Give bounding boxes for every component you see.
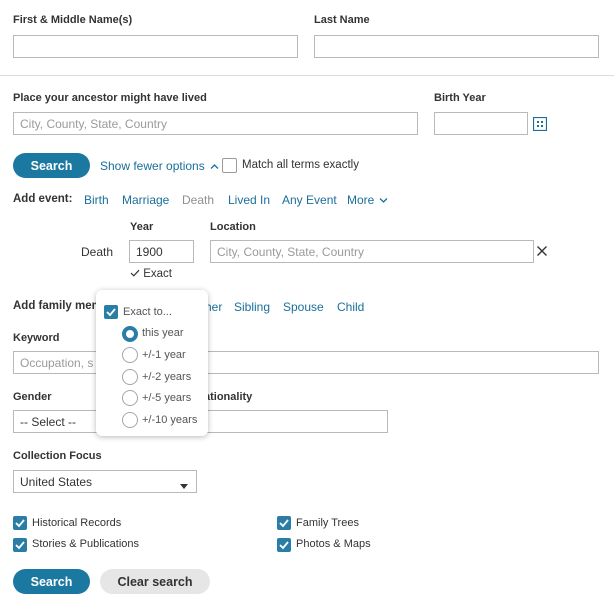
photos-maps-label: Photos & Maps	[296, 538, 371, 550]
death-location-placeholder: City, County, State, Country	[217, 245, 364, 259]
calendar-grid-icon[interactable]	[532, 116, 548, 132]
checkmark-icon	[15, 541, 25, 550]
search-button[interactable]: Search	[13, 153, 90, 178]
match-all-label: Match all terms exactly	[242, 159, 359, 171]
collection-focus-label: Collection Focus	[13, 450, 102, 462]
collection-focus-select[interactable]: United States	[13, 470, 197, 493]
exact-label: Exact	[143, 268, 172, 280]
add-family-label: Add family mem	[13, 300, 102, 312]
birth-year-label: Birth Year	[434, 92, 486, 104]
add-event-more[interactable]: More	[347, 193, 388, 207]
add-event-death: Death	[182, 193, 215, 207]
radio-10-years[interactable]	[122, 412, 138, 428]
gender-label: Gender	[13, 391, 52, 403]
exact-to-popup: Exact to... this year +/-1 year +/-2 yea…	[96, 290, 208, 436]
add-event-label: Add event:	[13, 193, 73, 205]
stories-publications-checkbox[interactable]	[13, 538, 27, 552]
location-column-header: Location	[210, 221, 256, 233]
add-event-more-label: More	[347, 193, 375, 207]
radio-1-year[interactable]	[122, 347, 138, 363]
chevron-down-icon	[379, 193, 388, 207]
place-input[interactable]: City, County, State, Country	[13, 112, 418, 135]
keyword-label: Keyword	[13, 332, 60, 344]
death-year-input[interactable]: 1900	[129, 240, 194, 263]
nationality-label: ationality	[204, 391, 253, 403]
keyword-placeholder: Occupation, s	[20, 356, 94, 370]
add-event-birth[interactable]: Birth	[84, 193, 109, 207]
radio-1-year-label: +/-1 year	[142, 349, 186, 361]
close-icon[interactable]	[536, 245, 548, 257]
last-name-label: Last Name	[314, 14, 370, 26]
stories-publications-label: Stories & Publications	[32, 538, 139, 550]
search-button-bottom[interactable]: Search	[13, 569, 90, 594]
exact-toggle[interactable]: Exact	[130, 268, 172, 280]
add-event-marriage[interactable]: Marriage	[122, 193, 169, 207]
radio-2-years[interactable]	[122, 369, 138, 385]
chevron-up-icon	[210, 159, 219, 173]
first-name-label: First & Middle Name(s)	[13, 14, 133, 26]
match-all-checkbox[interactable]	[222, 158, 237, 173]
checkmark-icon	[279, 541, 289, 550]
collection-focus-selected: United States	[20, 475, 93, 489]
radio-2-years-label: +/-2 years	[142, 371, 192, 383]
checkmark-icon	[15, 519, 25, 528]
clear-search-button[interactable]: Clear search	[100, 569, 210, 594]
place-label: Place your ancestor might have lived	[13, 92, 207, 104]
historical-records-label: Historical Records	[32, 517, 122, 529]
add-family-sibling[interactable]: Sibling	[234, 300, 270, 314]
gender-selected: -- Select --	[20, 415, 77, 429]
first-name-input[interactable]	[13, 35, 298, 58]
exact-to-header: Exact to...	[123, 306, 172, 318]
radio-this-year-label: this year	[142, 327, 184, 339]
radio-5-years[interactable]	[122, 390, 138, 406]
add-family-spouse[interactable]: Spouse	[283, 300, 324, 314]
nationality-input[interactable]	[200, 410, 388, 433]
checkmark-icon	[279, 519, 289, 528]
historical-records-checkbox[interactable]	[13, 516, 27, 530]
family-trees-checkbox[interactable]	[277, 516, 291, 530]
show-fewer-options-label: Show fewer options	[100, 159, 205, 173]
death-year-value: 1900	[136, 245, 163, 259]
radio-5-years-label: +/-5 years	[142, 392, 192, 404]
dropdown-arrow-icon	[180, 479, 188, 493]
radio-10-years-label: +/-10 years	[142, 414, 198, 426]
death-row-label: Death	[81, 245, 114, 259]
birth-year-input[interactable]	[434, 112, 528, 135]
section-divider	[0, 75, 614, 76]
last-name-input[interactable]	[314, 35, 599, 58]
death-location-input[interactable]: City, County, State, Country	[210, 240, 534, 263]
year-column-header: Year	[130, 221, 154, 233]
checkmark-icon	[106, 308, 116, 317]
add-event-lived-in[interactable]: Lived In	[228, 193, 270, 207]
add-family-child[interactable]: Child	[337, 300, 364, 314]
checkmark-icon	[130, 268, 140, 280]
place-placeholder: City, County, State, Country	[20, 117, 167, 131]
exact-to-checkbox[interactable]	[104, 305, 118, 319]
family-trees-label: Family Trees	[296, 517, 359, 529]
photos-maps-checkbox[interactable]	[277, 538, 291, 552]
show-fewer-options-link[interactable]: Show fewer options	[100, 159, 219, 173]
radio-this-year[interactable]	[122, 326, 138, 342]
add-event-any-event[interactable]: Any Event	[282, 193, 337, 207]
